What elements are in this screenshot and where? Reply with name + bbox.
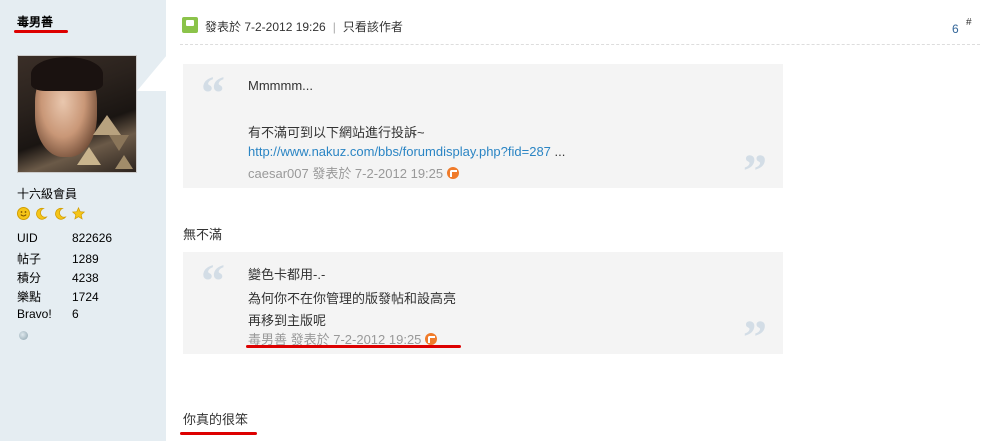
floor-number[interactable]: 6	[952, 22, 959, 36]
stat-row-bravo: Bravo! 6	[17, 307, 79, 321]
quote-block-2: “ ” 變色卡都用-.- 為何你不在你管理的版發帖和設高亮 再移到主版呢 毒男善…	[183, 252, 783, 362]
quote-line: 再移到主版呢	[248, 313, 327, 328]
post-status-icon	[182, 17, 198, 33]
annotation-underline-username	[14, 30, 68, 33]
quote-link-suffix: ...	[550, 144, 566, 159]
stat-row-uid: UID 822626	[17, 231, 112, 245]
author-rank: 十六級會員	[17, 187, 78, 201]
stat-key: Bravo!	[17, 307, 52, 321]
stat-key: UID	[17, 231, 38, 245]
quote-close-icon: ”	[743, 145, 767, 198]
author-medals	[17, 206, 87, 221]
stat-key: 樂點	[17, 290, 42, 304]
jump-to-post-icon[interactable]	[425, 333, 438, 345]
stat-key: 帖子	[17, 252, 42, 266]
avatar-hair	[31, 57, 103, 91]
floor-hash: #	[966, 17, 972, 28]
moon-icon	[54, 207, 67, 220]
moon-icon	[35, 207, 48, 220]
avatar-shard	[77, 147, 101, 165]
post-date: 發表於 7-2-2012 19:26	[205, 20, 326, 34]
stat-row-posts: 帖子 1289	[17, 250, 99, 267]
quote-block-1: “ ” Mmmmm... 有不滿可到以下網站進行投訴~ http://www.n…	[183, 64, 783, 196]
quote-link[interactable]: http://www.nakuz.com/bbs/forumdisplay.ph…	[248, 144, 551, 159]
reply-text-1: 無不滿	[183, 227, 223, 242]
star-icon	[71, 206, 86, 220]
reply-text-2: 你真的很笨	[183, 412, 249, 427]
only-author-link[interactable]: 只看該作者	[343, 20, 403, 34]
jump-to-post-icon[interactable]	[447, 167, 460, 179]
quote-line: Mmmmm...	[248, 78, 313, 93]
quote-open-icon: “	[201, 67, 225, 120]
quote-line: 為何你不在你管理的版發帖和設高亮	[248, 291, 457, 306]
header-divider	[180, 44, 980, 45]
stat-key: 積分	[17, 271, 42, 285]
avatar-shard	[109, 135, 129, 151]
author-sidebar: 毒男善 十六級會員 UID 822626 帖子 1289 積分 4238 樂點 1724	[0, 0, 167, 441]
stat-value: 1724	[72, 290, 99, 304]
stat-value: 1289	[72, 252, 99, 266]
annotation-underline-reply	[180, 432, 257, 435]
stat-row-fun-points: 樂點 1724	[17, 288, 99, 305]
annotation-underline-quote-meta	[246, 345, 461, 348]
quote-meta-text: caesar007 發表於 7-2-2012 19:25	[248, 166, 444, 181]
avatar-shard	[115, 155, 133, 169]
post-header: 發表於 7-2-2012 19:26 | 只看該作者	[205, 18, 403, 35]
online-status-icon[interactable]	[19, 331, 28, 340]
quote-meta: caesar007 發表於 7-2-2012 19:25	[248, 163, 460, 182]
header-separator: |	[332, 20, 336, 34]
quote-open-icon: “	[201, 255, 225, 308]
author-avatar[interactable]	[17, 55, 137, 173]
quote-link-line: http://www.nakuz.com/bbs/forumdisplay.ph…	[248, 144, 565, 159]
quote-line: 有不滿可到以下網站進行投訴~	[248, 125, 425, 140]
stat-value: 822626	[72, 231, 113, 245]
quote-line: 變色卡都用-.-	[248, 267, 326, 282]
post-bubble-pointer	[137, 55, 167, 91]
quote-close-icon: ”	[743, 311, 767, 364]
author-username[interactable]: 毒男善	[17, 13, 53, 30]
stat-value: 4238	[72, 271, 99, 285]
avatar-shard	[93, 115, 121, 135]
stat-value: 6	[72, 307, 79, 321]
smiley-icon	[17, 207, 30, 220]
stat-row-points: 積分 4238	[17, 269, 99, 286]
